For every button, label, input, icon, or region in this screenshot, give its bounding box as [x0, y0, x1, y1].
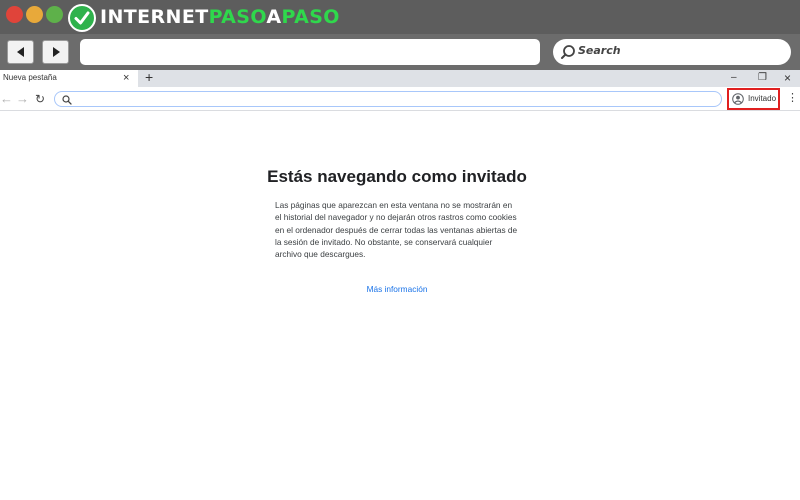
guest-avatar-icon: [732, 93, 744, 105]
profile-label: Invitado: [748, 94, 777, 103]
new-tab-button[interactable]: +: [145, 69, 153, 86]
outer-forward-button[interactable]: [42, 40, 69, 64]
outer-titlebar: INTERNETPASOAPASO: [0, 0, 800, 34]
guest-description: Las páginas que aparezcan en esta ventan…: [275, 200, 518, 260]
triangle-left-icon: [17, 47, 24, 57]
tab-close-icon[interactable]: ×: [123, 71, 129, 85]
restore-button[interactable]: ❐: [758, 71, 767, 85]
close-button[interactable]: ×: [784, 71, 791, 85]
search-icon: [561, 45, 575, 59]
menu-icon[interactable]: ⋮: [787, 91, 798, 105]
tab-strip: Nueva pestaña × + – ❐ ×: [0, 69, 800, 87]
close-window-dot[interactable]: [6, 6, 23, 23]
forward-button[interactable]: →: [16, 91, 29, 107]
triangle-right-icon: [53, 47, 60, 57]
outer-address-bar[interactable]: [80, 39, 540, 65]
back-button[interactable]: ←: [0, 91, 13, 107]
guest-profile-button[interactable]: Invitado: [727, 88, 780, 110]
minimize-button[interactable]: –: [731, 71, 737, 85]
tab-new-tab[interactable]: Nueva pestaña ×: [0, 70, 138, 87]
more-info-link[interactable]: Más información: [0, 284, 794, 294]
omnibox-input[interactable]: [54, 91, 722, 107]
outer-search-box[interactable]: Search: [553, 39, 791, 65]
browser-toolbar: ← → ↻ Invitado ⋮: [0, 87, 800, 111]
outer-toolbar: Search: [0, 34, 800, 70]
page-title: Estás navegando como invitado: [267, 167, 527, 186]
zoom-window-dot[interactable]: [46, 6, 63, 23]
brand-part-3: A: [266, 6, 282, 28]
reload-button[interactable]: ↻: [35, 91, 45, 107]
minimize-window-dot[interactable]: [26, 6, 43, 23]
brand-wordmark: INTERNETPASOAPASO: [100, 6, 340, 28]
search-icon: [62, 95, 72, 105]
brand-part-2: PASO: [208, 6, 267, 28]
brand-part-1: INTERNET: [100, 6, 209, 28]
brand-part-4: PASO: [281, 6, 340, 28]
search-placeholder: Search: [578, 44, 621, 57]
brand-logo-icon: [68, 4, 96, 32]
outer-back-button[interactable]: [7, 40, 34, 64]
tab-title: Nueva pestaña: [3, 73, 57, 82]
